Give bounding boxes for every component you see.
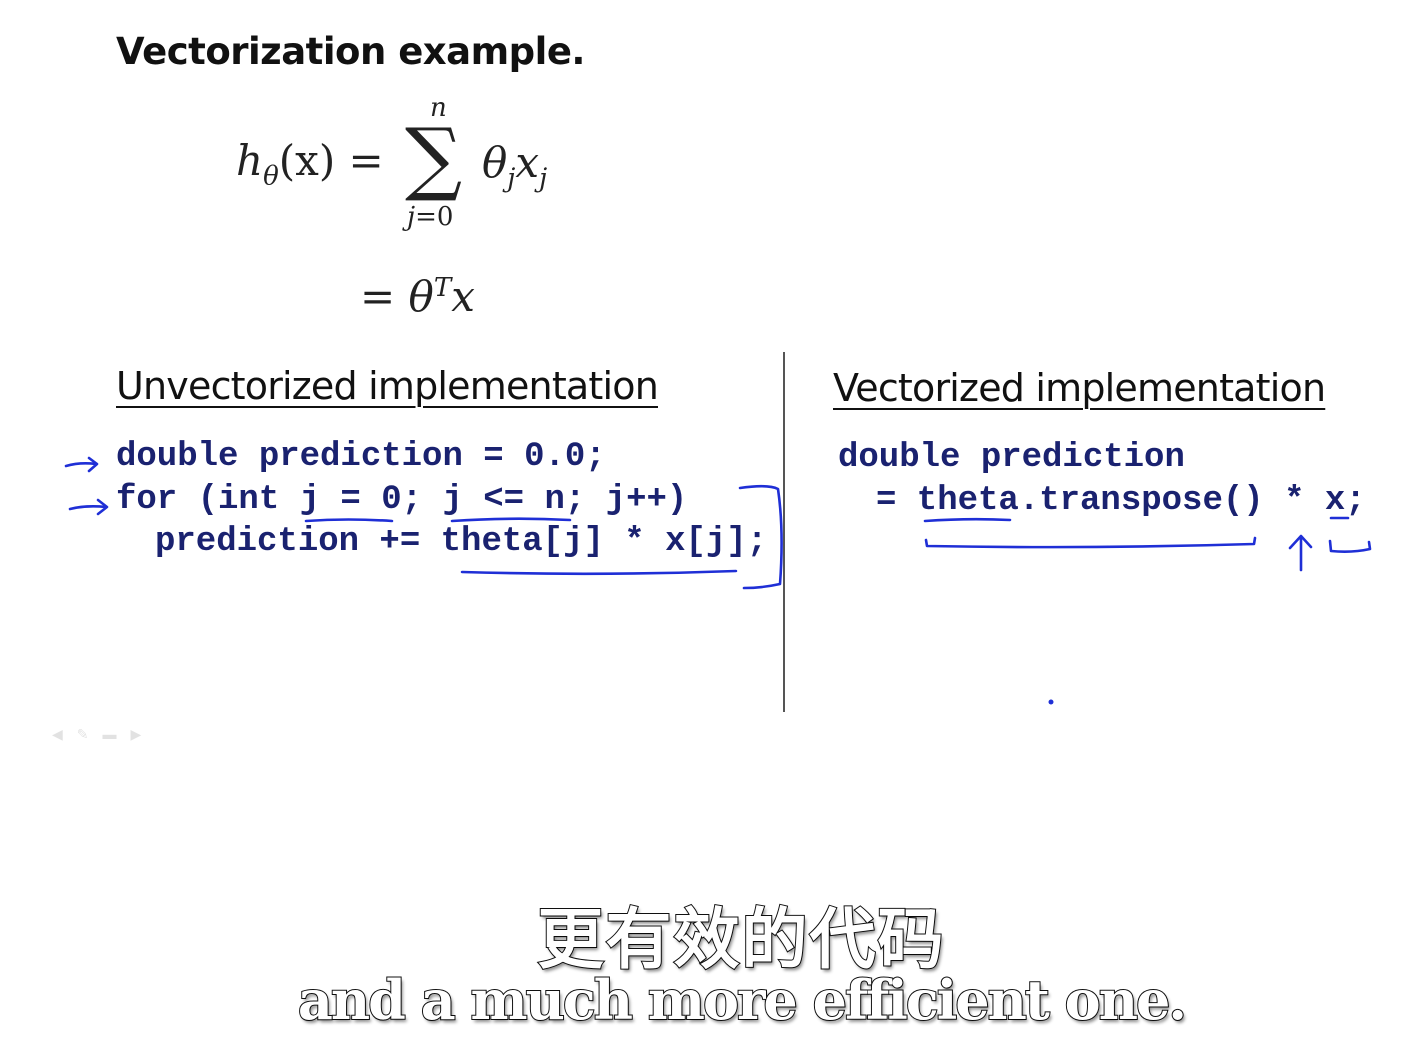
transpose-mark: T (433, 273, 452, 303)
code-line-for-loop: for (int j = 0; j <= n; j++) (116, 481, 688, 519)
ink-bracket-x (1328, 539, 1372, 553)
theta-subscript: θ (263, 161, 279, 192)
column-divider (783, 352, 785, 712)
equals-sign: = (360, 272, 409, 321)
code-line-declaration: double prediction = 0.0; (116, 438, 606, 476)
vectorized-heading: Vectorized implementation (833, 366, 1326, 410)
hypothesis-lhs: hθ(x) = (236, 136, 384, 191)
ink-underline-j-cond (450, 517, 572, 523)
pen-icon[interactable]: ✎ (77, 726, 89, 743)
sum-index-var: j (407, 202, 416, 232)
theta-vector: θ (408, 272, 434, 321)
ink-arrow-line1 (64, 456, 99, 473)
slides-menu-icon[interactable]: ▬ (103, 726, 117, 743)
summation-sign: ∑ (405, 111, 463, 204)
x-vector: x (451, 272, 475, 321)
summation-lower-limit: j=0 (407, 202, 453, 232)
ink-underline-transpose (924, 536, 1257, 549)
h-symbol: h (236, 136, 264, 185)
subtitle-english: and a much more efficient one. (297, 967, 1188, 1033)
code-line-accumulate: prediction += theta[j] * x[j]; (155, 523, 768, 561)
vector-form-equation: = θTx (360, 272, 475, 321)
prev-arrow-icon[interactable]: ◀ (52, 726, 63, 743)
ink-dot (1048, 699, 1054, 705)
ink-underline-product (460, 569, 738, 576)
ink-arrow-line2 (68, 498, 109, 516)
x-j: x (515, 138, 540, 187)
lhs-argument: (x) = (278, 136, 384, 185)
ink-up-arrow (1288, 534, 1313, 572)
next-arrow-icon[interactable]: ▶ (131, 726, 142, 743)
vector-code-assignment: = theta.transpose() * x; (876, 482, 1366, 520)
slide-title: Vectorization example. (116, 30, 586, 73)
sum-index-start: =0 (415, 202, 454, 232)
summation-upper-limit: n (430, 93, 447, 123)
presenter-toolbar[interactable]: ◀ ✎ ▬ ▶ (52, 726, 141, 743)
summation-body: θjxj (482, 138, 547, 193)
vector-code-declaration: double prediction (838, 439, 1185, 477)
unvectorized-heading: Unvectorized implementation (116, 364, 659, 408)
x-index: j (539, 163, 548, 194)
ink-underline-j-init (304, 518, 394, 523)
theta-j: θ (482, 138, 508, 187)
